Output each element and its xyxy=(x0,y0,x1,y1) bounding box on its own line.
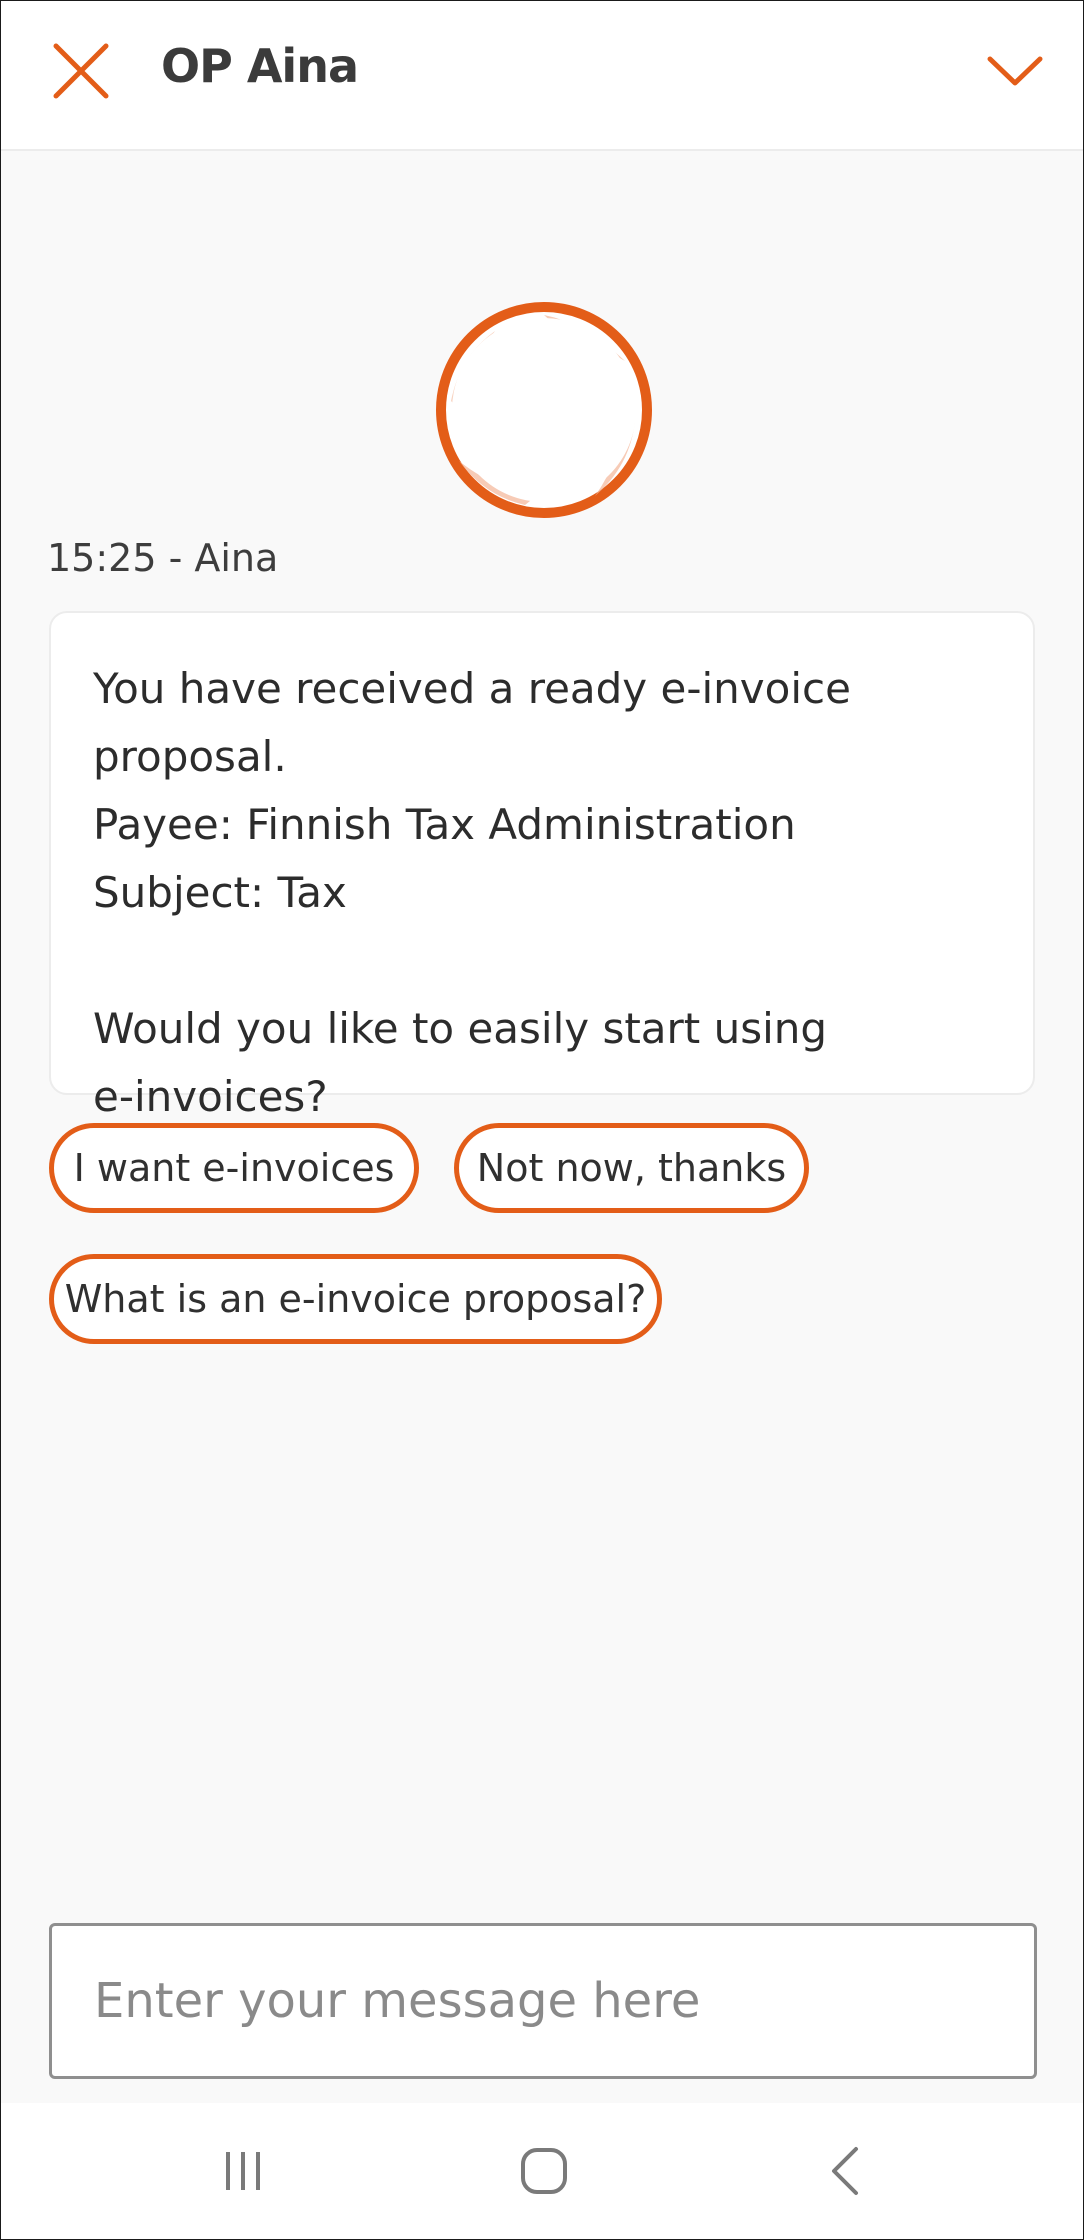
message-bubble: You have received a ready e-invoice prop… xyxy=(49,611,1035,1121)
quick-reply-label: What is an e-invoice proposal? xyxy=(64,1277,647,1321)
message-line: Would you like to easily start using xyxy=(93,1004,828,1053)
message-line: Subject: Tax xyxy=(93,868,347,917)
quick-reply-what-is[interactable]: What is an e-invoice proposal? xyxy=(49,1254,662,1344)
close-button[interactable] xyxy=(41,31,121,111)
home-icon xyxy=(521,2148,567,2194)
assistant-avatar xyxy=(436,302,652,518)
message-line: e-invoices? xyxy=(93,1072,328,1121)
chat-screen: OP Aina 15:25 - Aina You have received a… xyxy=(0,0,1084,2240)
message-line: Payee: Finnish Tax Administration xyxy=(93,800,796,849)
home-button[interactable] xyxy=(509,2141,579,2201)
quick-reply-want-einvoices[interactable]: I want e-invoices xyxy=(49,1123,419,1213)
back-button[interactable] xyxy=(811,2141,881,2201)
message-line: You have received a ready e-invoice prop… xyxy=(93,664,851,781)
back-icon xyxy=(832,2147,858,2195)
recent-apps-icon xyxy=(226,2152,260,2190)
system-nav-bar xyxy=(1,2103,1083,2239)
quick-reply-not-now[interactable]: Not now, thanks xyxy=(454,1123,809,1213)
chevron-down-icon xyxy=(987,56,1043,86)
header-bar: OP Aina xyxy=(1,1,1083,151)
message-input-container xyxy=(49,1923,1037,2079)
message-input[interactable] xyxy=(52,1926,1034,2076)
collapse-button[interactable] xyxy=(975,31,1055,111)
quick-reply-label: Not now, thanks xyxy=(476,1146,787,1190)
quick-reply-label: I want e-invoices xyxy=(73,1146,395,1190)
message-meta: 15:25 - Aina xyxy=(47,536,279,580)
close-icon xyxy=(53,43,109,99)
page-title: OP Aina xyxy=(161,39,359,93)
recent-apps-button[interactable] xyxy=(208,2141,278,2201)
